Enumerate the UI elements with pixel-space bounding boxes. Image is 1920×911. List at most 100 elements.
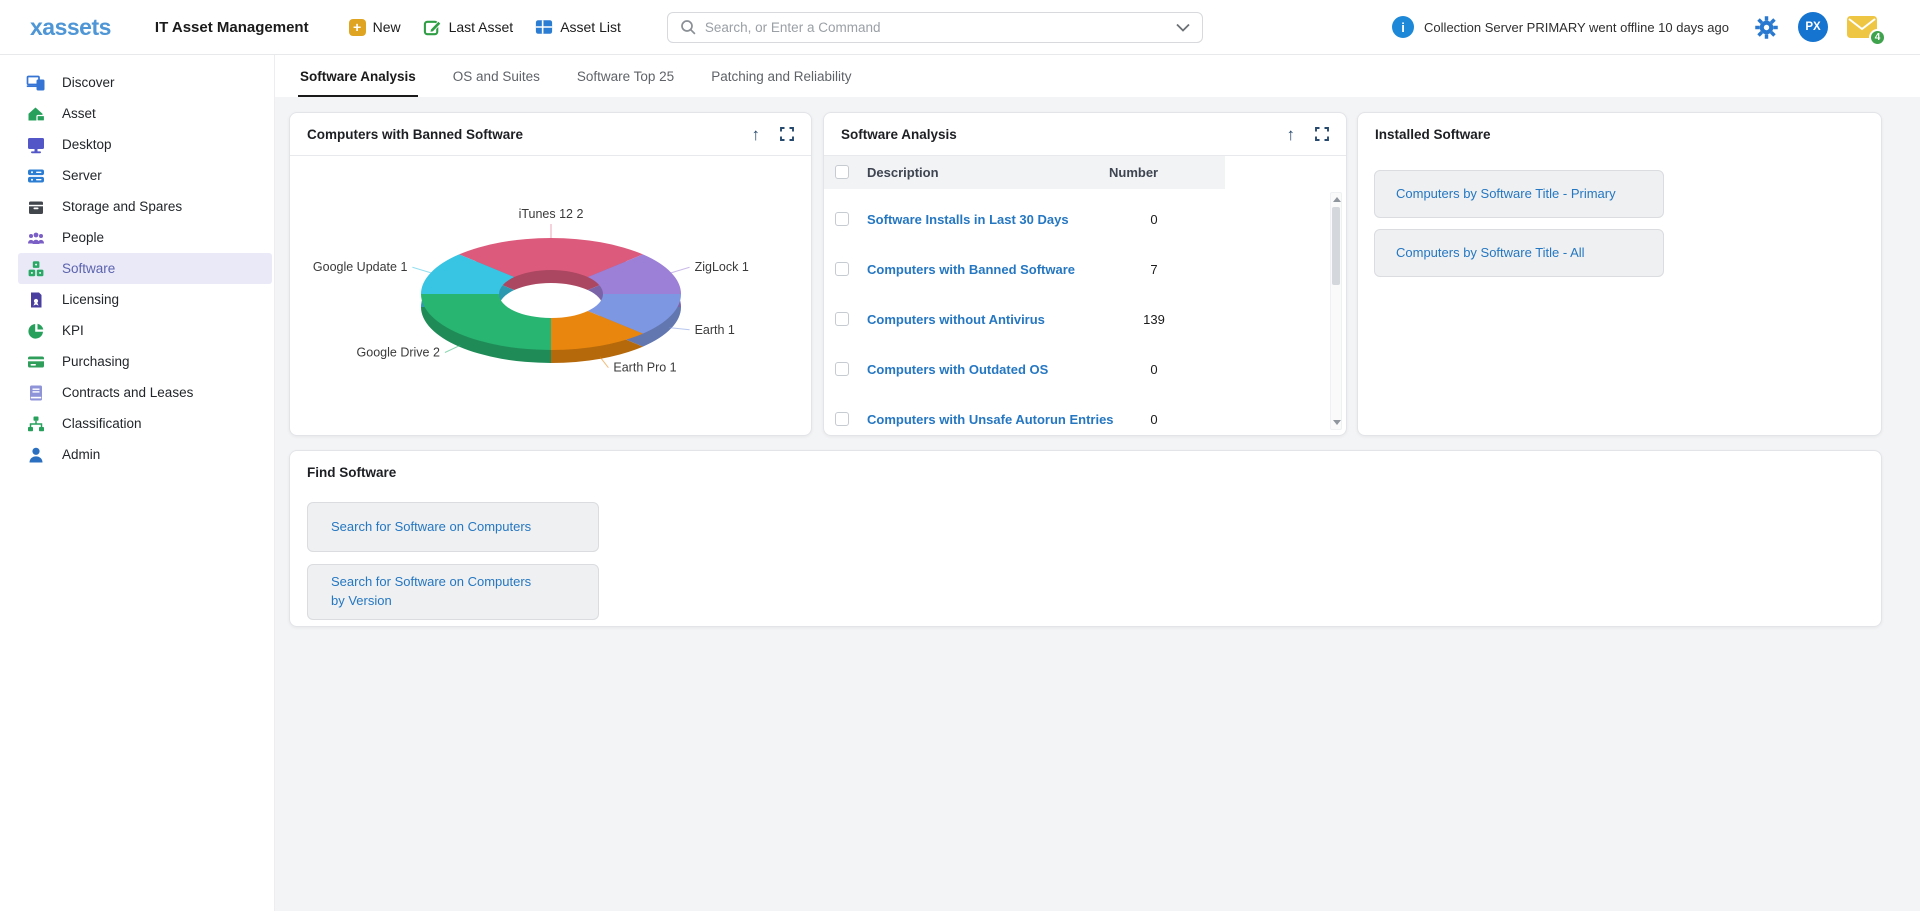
sidebar-item-label: Contracts and Leases (62, 385, 193, 400)
installed-software-card: Installed Software Computers by Software… (1357, 112, 1882, 436)
collapse-arrow-icon[interactable]: ↑ (1287, 126, 1296, 143)
banned-software-card: Computers with Banned Software ↑ iTunes … (289, 112, 812, 436)
row-checkbox[interactable] (835, 412, 849, 426)
sidebar-item-kpi[interactable]: KPI (18, 315, 272, 346)
search-icon (680, 19, 697, 36)
row-number-value: 0 (1119, 394, 1189, 436)
sidebar-item-label: Classification (62, 416, 142, 431)
select-all-checkbox[interactable] (835, 165, 849, 179)
row-checkbox[interactable] (835, 312, 849, 326)
app-title: IT Asset Management (155, 19, 309, 36)
expand-icon[interactable] (1315, 127, 1329, 141)
scrollbar-up-arrow[interactable] (1333, 197, 1341, 202)
sidebar-item-server[interactable]: Server (18, 160, 272, 191)
find-card-title: Find Software (307, 465, 396, 480)
row-number-value: 0 (1119, 344, 1189, 394)
sidebar-item-purchasing[interactable]: Purchasing (18, 346, 272, 377)
analysis-table-header: Description Number (824, 156, 1346, 189)
row-description-link[interactable]: Software Installs in Last 30 Days (867, 194, 1069, 244)
row-description-link[interactable]: Computers with Outdated OS (867, 344, 1048, 394)
expand-icon[interactable] (780, 127, 794, 141)
column-header-number: Number (1109, 156, 1158, 189)
table-scrollbar[interactable] (1330, 192, 1342, 430)
row-checkbox[interactable] (835, 362, 849, 376)
admin-icon (26, 445, 46, 465)
messages-envelope-icon[interactable]: 4 (1846, 15, 1878, 39)
row-description-link[interactable]: Computers with Unsafe Autorun Entries (867, 394, 1114, 436)
last-asset-label: Last Asset (449, 19, 514, 35)
sidebar-item-asset[interactable]: Asset (18, 98, 272, 129)
discover-icon (26, 73, 46, 93)
server-icon (26, 166, 46, 186)
sidebar-item-label: KPI (62, 323, 84, 338)
sidebar-item-label: Storage and Spares (62, 199, 182, 214)
sidebar-item-label: Desktop (62, 137, 112, 152)
scrollbar-thumb[interactable] (1332, 207, 1340, 285)
sidebar-item-label: Discover (62, 75, 115, 90)
scrollbar-down-arrow[interactable] (1333, 420, 1341, 425)
header-actions: + New Last Asset Asset List (349, 18, 643, 37)
command-search-box[interactable] (667, 12, 1203, 43)
grid-icon (535, 18, 553, 36)
computers-by-software-title-all-button[interactable]: Computers by Software Title - All (1374, 229, 1664, 277)
sidebar-item-label: Server (62, 168, 102, 183)
asset-list-button[interactable]: Asset List (535, 18, 621, 36)
banned-card-header: Computers with Banned Software ↑ (290, 113, 811, 156)
info-icon[interactable]: i (1392, 16, 1414, 38)
sidebar-item-desktop[interactable]: Desktop (18, 129, 272, 160)
kpi-icon (26, 321, 46, 341)
tab-patching-and-reliability[interactable]: Patching and Reliability (711, 55, 851, 97)
analysis-card-header: Software Analysis ↑ (824, 113, 1346, 156)
sidebar-item-storage-and-spares[interactable]: Storage and Spares (18, 191, 272, 222)
contracts-icon (26, 383, 46, 403)
search-for-software-on-computers-by-version-button[interactable]: Search for Software on Computers by Vers… (307, 564, 599, 620)
banned-software-donut-chart[interactable]: iTunes 12 2ZigLock 1Earth 1Earth Pro 1Go… (290, 156, 813, 436)
row-checkbox[interactable] (835, 212, 849, 226)
sidebar-item-label: Admin (62, 447, 100, 462)
tab-bar: Software Analysis OS and Suites Software T… (275, 55, 1920, 97)
new-button[interactable]: + New (349, 19, 401, 36)
chevron-down-icon[interactable] (1176, 23, 1190, 32)
new-button-label: New (373, 19, 401, 35)
asset-icon (26, 104, 46, 124)
sidebar-item-discover[interactable]: Discover (18, 67, 272, 98)
sidebar-item-licensing[interactable]: Licensing (18, 284, 272, 315)
sidebar-item-software[interactable]: Software (18, 253, 272, 284)
computers-by-software-title-primary-button[interactable]: Computers by Software Title - Primary (1374, 170, 1664, 218)
search-input[interactable] (705, 20, 1176, 35)
software-icon (26, 259, 46, 279)
gear-icon[interactable] (1753, 14, 1780, 41)
search-for-software-on-computers-button[interactable]: Search for Software on Computers (307, 502, 599, 552)
user-avatar[interactable]: PX (1798, 12, 1828, 42)
last-asset-button[interactable]: Last Asset (423, 18, 514, 37)
analysis-table-rows: Software Installs in Last 30 Days0Comput… (824, 189, 1326, 436)
pie-slice-label: Earth Pro 1 (613, 361, 676, 375)
label-leader-line (412, 267, 432, 273)
xassets-logo: xassets (30, 14, 111, 41)
label-leader-line (669, 328, 689, 330)
tab-software-top-25[interactable]: Software Top 25 (577, 55, 674, 97)
row-description-link[interactable]: Computers without Antivirus (867, 294, 1045, 344)
tab-software-analysis[interactable]: Software Analysis (300, 55, 416, 97)
purchasing-icon (26, 352, 46, 372)
row-checkbox[interactable] (835, 262, 849, 276)
collapse-arrow-icon[interactable]: ↑ (752, 126, 761, 143)
installed-card-title: Installed Software (1375, 127, 1491, 142)
sidebar-item-classification[interactable]: Classification (18, 408, 272, 439)
sidebar-item-label: Software (62, 261, 115, 276)
sidebar-item-contracts-and-leases[interactable]: Contracts and Leases (18, 377, 272, 408)
table-row: Computers without Antivirus139 (824, 294, 1326, 344)
sidebar-item-people[interactable]: People (18, 222, 272, 253)
row-description-link[interactable]: Computers with Banned Software (867, 244, 1075, 294)
label-leader-line (669, 267, 689, 273)
row-number-value: 7 (1119, 244, 1189, 294)
licensing-icon (26, 290, 46, 310)
table-row: Computers with Banned Software 7 (824, 244, 1326, 294)
row-number-value: 0 (1119, 194, 1189, 244)
software-analysis-card: Software Analysis ↑ Description Number (823, 112, 1347, 436)
tab-os-and-suites[interactable]: OS and Suites (453, 55, 540, 97)
analysis-card-title: Software Analysis (841, 127, 957, 142)
label-leader-line (600, 357, 608, 368)
pie-slice-google-drive[interactable] (421, 294, 551, 350)
sidebar-item-admin[interactable]: Admin (18, 439, 272, 470)
